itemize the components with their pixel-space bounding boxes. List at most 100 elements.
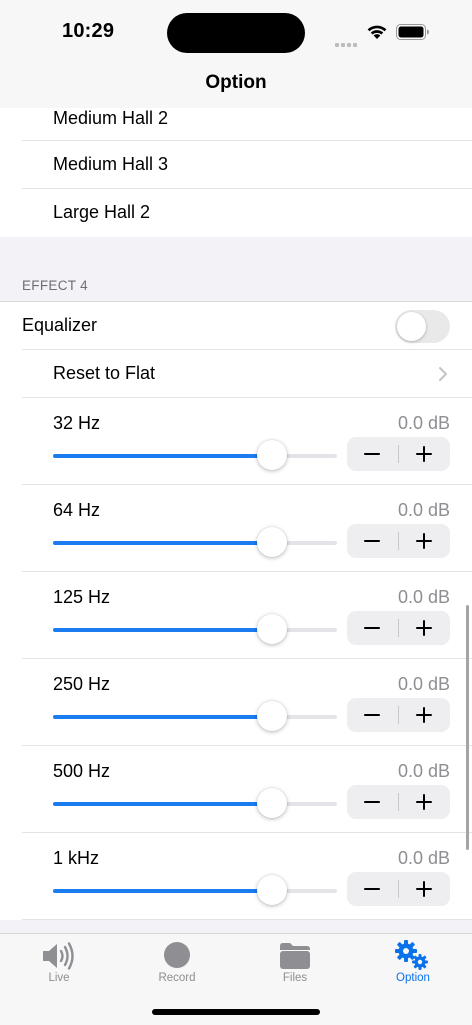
slider-thumb[interactable] — [257, 701, 287, 731]
slider-thumb[interactable] — [257, 440, 287, 470]
slider-thumb[interactable] — [257, 527, 287, 557]
equalizer-band-row: 500 Hz 0.0 dB — [0, 746, 472, 833]
navigation-bar: Option — [0, 62, 472, 109]
increment-button[interactable] — [399, 611, 450, 645]
band-gain-value: 0.0 dB — [397, 587, 450, 607]
plus-icon — [416, 794, 432, 810]
wifi-icon — [367, 25, 387, 39]
status-time: 10:29 — [62, 20, 115, 42]
tab-option[interactable]: Option — [354, 934, 472, 994]
band-gain-stepper — [347, 785, 450, 819]
battery-icon — [396, 24, 429, 40]
reset-to-flat-row[interactable]: Reset to Flat — [0, 350, 472, 398]
record-icon — [164, 942, 190, 968]
list-item-medium-hall-3[interactable]: Medium Hall 3 — [0, 141, 472, 189]
minus-icon — [364, 888, 380, 890]
cellular-signal-icon — [335, 34, 359, 47]
section-header-label: EFFECT 4 — [22, 278, 88, 293]
decrement-button[interactable] — [347, 611, 398, 645]
band-gain-stepper — [347, 872, 450, 906]
speaker-icon — [43, 942, 74, 970]
minus-icon — [364, 540, 380, 542]
band-frequency-label: 250 Hz — [53, 674, 111, 694]
band-frequency-label: 500 Hz — [53, 761, 111, 781]
slider-fill — [53, 802, 272, 806]
band-frequency-label: 32 Hz — [53, 413, 101, 433]
gears-icon — [395, 940, 428, 970]
increment-button[interactable] — [399, 437, 450, 471]
band-gain-value: 0.0 dB — [397, 674, 450, 694]
band-gain-stepper — [347, 437, 450, 471]
plus-icon — [416, 533, 432, 549]
decrement-button[interactable] — [347, 437, 398, 471]
dynamic-island — [167, 13, 305, 53]
equalizer-band-row: 250 Hz 0.0 dB — [0, 659, 472, 746]
list-item-label: Medium Hall 2 — [53, 108, 169, 128]
tab-live[interactable]: Live — [0, 934, 118, 994]
band-gain-value: 0.0 dB — [397, 761, 450, 781]
plus-icon — [416, 881, 432, 897]
increment-button[interactable] — [399, 872, 450, 906]
band-gain-stepper — [347, 698, 450, 732]
effect-4-group: Equalizer Reset to Flat 32 Hz 0.0 dB 64 Hz… — [0, 302, 472, 920]
increment-button[interactable] — [399, 524, 450, 558]
increment-button[interactable] — [399, 785, 450, 819]
chevron-right-icon — [439, 367, 447, 381]
minus-icon — [364, 801, 380, 803]
slider-fill — [53, 541, 272, 545]
plus-icon — [416, 620, 432, 636]
slider-fill — [53, 454, 272, 458]
slider-fill — [53, 628, 272, 632]
tab-label: Files — [282, 972, 308, 984]
band-gain-value: 0.0 dB — [397, 848, 450, 868]
band-gain-stepper — [347, 611, 450, 645]
band-gain-slider[interactable] — [53, 875, 337, 905]
equalizer-label: Equalizer — [22, 315, 98, 335]
options-list[interactable]: Medium Hall 2 Medium Hall 3 Large Hall 2… — [0, 108, 472, 933]
minus-icon — [364, 453, 380, 455]
decrement-button[interactable] — [347, 524, 398, 558]
equalizer-row: Equalizer — [0, 302, 472, 350]
slider-thumb[interactable] — [257, 788, 287, 818]
slider-thumb[interactable] — [257, 875, 287, 905]
scrollbar[interactable] — [466, 605, 469, 850]
section-header-effect-4: EFFECT 4 — [0, 277, 472, 302]
band-gain-slider[interactable] — [53, 440, 337, 470]
band-frequency-label: 1 kHz — [53, 848, 100, 868]
decrement-button[interactable] — [347, 785, 398, 819]
decrement-button[interactable] — [347, 698, 398, 732]
list-item-medium-hall-2[interactable]: Medium Hall 2 — [0, 108, 472, 141]
slider-thumb[interactable] — [257, 614, 287, 644]
slider-fill — [53, 715, 272, 719]
equalizer-band-row: 64 Hz 0.0 dB — [0, 485, 472, 572]
band-gain-slider[interactable] — [53, 527, 337, 557]
folder-icon — [280, 943, 310, 969]
tab-files[interactable]: Files — [236, 934, 354, 994]
list-item-large-hall-2[interactable]: Large Hall 2 — [0, 189, 472, 237]
band-gain-value: 0.0 dB — [397, 413, 450, 433]
equalizer-bands: 32 Hz 0.0 dB 64 Hz 0.0 dB 125 Hz 0.0 dB 250 Hz… — [0, 398, 472, 920]
tab-label: Option — [396, 972, 430, 984]
band-gain-slider[interactable] — [53, 701, 337, 731]
reset-to-flat-label: Reset to Flat — [53, 363, 156, 383]
page-title: Option — [205, 72, 267, 93]
decrement-button[interactable] — [347, 872, 398, 906]
band-frequency-label: 64 Hz — [53, 500, 101, 520]
equalizer-band-row: 32 Hz 0.0 dB — [0, 398, 472, 485]
list-item-label: Large Hall 2 — [53, 202, 151, 222]
plus-icon — [416, 707, 432, 723]
tab-record[interactable]: Record — [118, 934, 236, 994]
reverb-list: Medium Hall 2 Medium Hall 3 Large Hall 2 — [0, 108, 472, 237]
list-item-label: Medium Hall 3 — [53, 154, 169, 174]
band-frequency-label: 125 Hz — [53, 587, 111, 607]
tab-label: Record — [158, 972, 196, 984]
section-spacer — [0, 237, 472, 277]
band-gain-slider[interactable] — [53, 788, 337, 818]
toggle-knob — [397, 312, 426, 341]
increment-button[interactable] — [399, 698, 450, 732]
minus-icon — [364, 714, 380, 716]
minus-icon — [364, 627, 380, 629]
equalizer-band-row: 1 kHz 0.0 dB — [0, 833, 472, 920]
equalizer-toggle[interactable] — [395, 310, 450, 343]
band-gain-slider[interactable] — [53, 614, 337, 644]
